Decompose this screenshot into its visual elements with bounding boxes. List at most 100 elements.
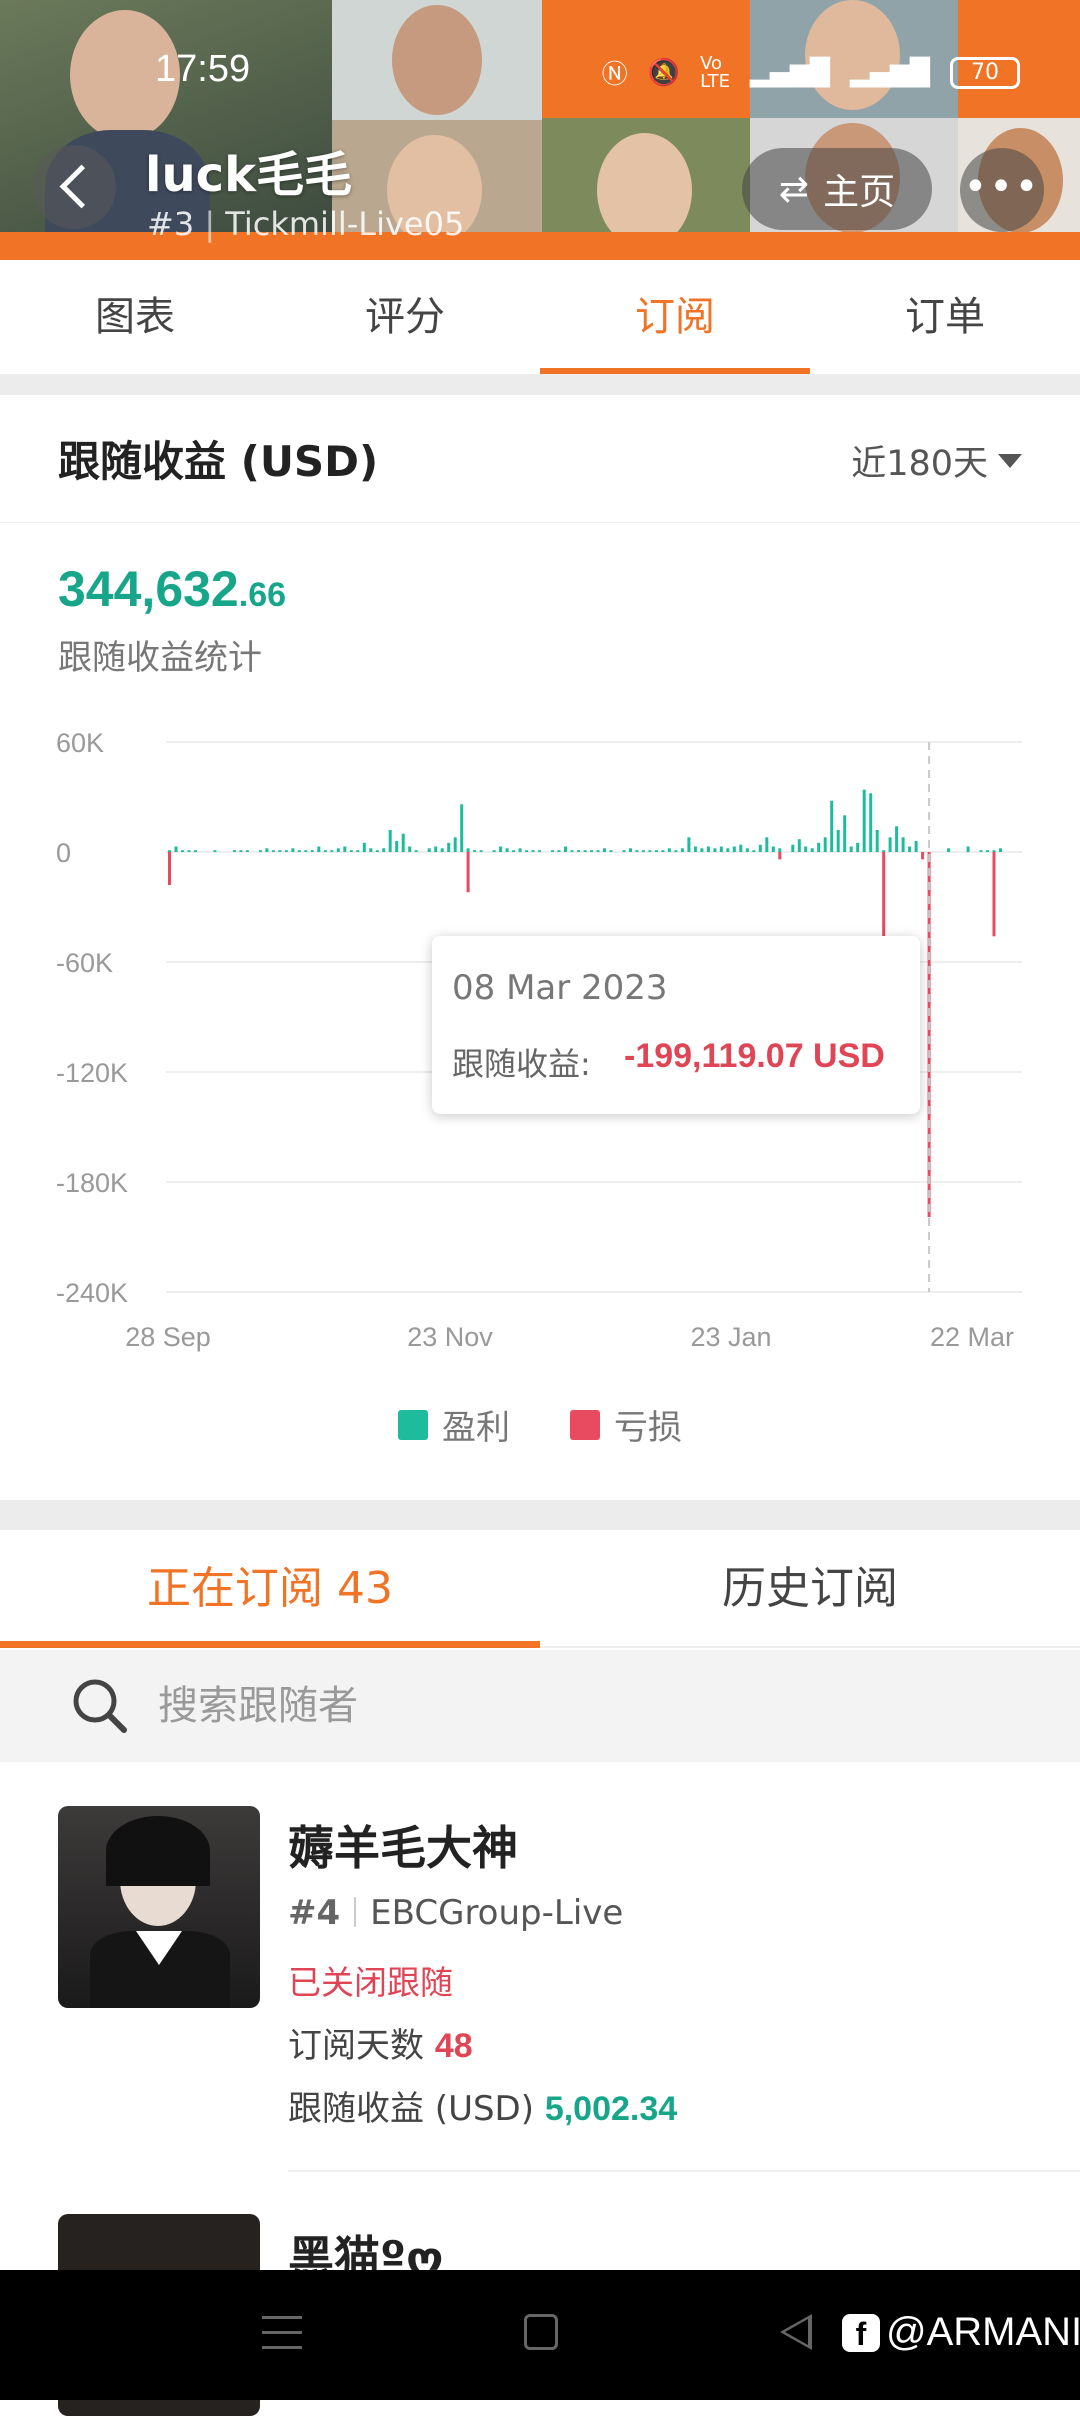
trader-account: Tickmill-Live05: [225, 205, 465, 243]
signal-icon: ▂▄▆█: [750, 57, 831, 88]
profit-bar: [168, 850, 171, 852]
legend-item-profit[interactable]: 盈利: [398, 1400, 510, 1449]
profile-header: 17:59 Ⓝ 🔕 Vo LTE ▂▄▆█ ▂▄▆█ 70 luck毛毛 #3 |…: [0, 0, 1080, 260]
profit-bar: [323, 850, 327, 852]
y-tick-label: -120K: [56, 1058, 128, 1088]
profit-bar: [680, 848, 684, 852]
profit-bar: [687, 837, 691, 852]
avatar: [58, 1806, 260, 2008]
tab-chart[interactable]: 图表: [0, 260, 270, 374]
loss-bar: [882, 852, 886, 937]
profit-bar: [278, 850, 282, 852]
tab-orders[interactable]: 订单: [810, 260, 1080, 374]
profit-bar: [641, 850, 645, 852]
profit-bar: [590, 850, 593, 852]
profit-bar: [349, 850, 353, 852]
tab-rating[interactable]: 评分: [270, 260, 540, 374]
profit-bar: [856, 842, 860, 852]
section-gap: [0, 375, 1080, 395]
status-time: 17:59: [155, 48, 251, 90]
profit-bar: [635, 850, 639, 852]
more-options-button[interactable]: •••: [960, 148, 1044, 232]
profit-bar: [440, 848, 444, 852]
profit-bar: [174, 846, 178, 852]
home-button[interactable]: ⇄ 主页: [742, 148, 932, 230]
profit-bar: [213, 850, 217, 852]
profit-bar: [499, 846, 503, 852]
profit-bar: [512, 850, 516, 852]
facebook-icon: f: [842, 2313, 880, 2352]
tab-history-subscriptions[interactable]: 历史订阅: [540, 1530, 1080, 1646]
card-divider: [0, 522, 1080, 523]
follower-days: 订阅天数 48: [288, 2018, 473, 2067]
search-icon: [73, 1679, 127, 1733]
loss-bar: [921, 852, 925, 860]
profit-bar: [408, 846, 412, 852]
tab-active-subscriptions[interactable]: 正在订阅 43: [0, 1530, 540, 1648]
profit-bar: [947, 848, 951, 852]
profit-bar: [726, 848, 730, 852]
profit-bar: [661, 850, 665, 852]
profit-bar: [284, 850, 288, 852]
x-tick-label: 22 Mar: [930, 1322, 1014, 1352]
volte-icon: Vo LTE: [700, 52, 731, 92]
profit-bar: [765, 837, 769, 852]
recent-apps-button[interactable]: [262, 2316, 302, 2352]
total-earnings-label: 跟随收益统计: [58, 638, 262, 678]
x-tick-label: 23 Jan: [690, 1322, 771, 1352]
profit-bar: [271, 850, 275, 852]
profit-bar: [297, 850, 301, 852]
nfc-icon: Ⓝ: [601, 60, 628, 90]
search-input[interactable]: [156, 1682, 956, 1730]
profit-bar: [895, 826, 899, 852]
profit-bar: [518, 848, 522, 852]
total-earnings-decimal: .66: [238, 576, 287, 614]
search-bar: [0, 1650, 1080, 1762]
loss-bar: [466, 852, 470, 893]
profit-bar: [713, 848, 717, 852]
profit-bar: [304, 850, 308, 852]
follower-name: 薅羊毛大神: [288, 1821, 518, 1875]
separator: |: [204, 205, 226, 243]
profit-bar: [706, 846, 710, 852]
profit-bar: [343, 846, 347, 852]
profit-bar: [492, 850, 496, 852]
legend-item-loss[interactable]: 亏损: [570, 1400, 682, 1449]
tab-subscriptions[interactable]: 订阅: [540, 260, 810, 374]
profit-bar: [382, 848, 386, 852]
back-button[interactable]: [32, 145, 116, 229]
y-tick-label: 0: [56, 838, 71, 868]
profit-bar: [258, 850, 262, 852]
profit-bar: [654, 850, 658, 852]
profit-bar: [758, 844, 762, 852]
profit-bar: [596, 850, 600, 852]
profit-bar: [232, 850, 236, 852]
profit-bar: [570, 850, 574, 852]
profit-bar: [901, 837, 905, 852]
legend-swatch-loss: [570, 1409, 600, 1440]
profit-bar: [603, 848, 606, 852]
back-nav-button[interactable]: [780, 2314, 812, 2350]
status-icons: Ⓝ 🔕 Vo LTE ▂▄▆█ ▂▄▆█ 70: [602, 54, 1020, 91]
profit-bar: [719, 846, 723, 852]
separator: [354, 1897, 357, 1927]
profit-bar: [317, 846, 321, 852]
follower-profit-label: 跟随收益 (USD): [288, 2089, 534, 2129]
caret-down-icon: [998, 453, 1022, 468]
watermark-text: @ARMANI: [886, 2310, 1080, 2354]
system-nav-bar: f @ARMANI: [0, 2270, 1080, 2400]
profit-bar: [674, 850, 678, 852]
chart-tooltip: 08 Mar 2023 跟随收益: -199,119.07 USD: [432, 936, 920, 1114]
profit-bar: [583, 850, 587, 852]
profit-bar: [622, 850, 626, 852]
profit-bar: [843, 815, 847, 852]
home-nav-button[interactable]: [524, 2314, 558, 2350]
signal-icon-2: ▂▄▆█: [850, 57, 930, 88]
period-selector[interactable]: 近180天: [851, 435, 1022, 486]
tooltip-value: -199,119.07 USD: [624, 1037, 885, 1075]
profit-bar: [395, 841, 399, 852]
profit-bar: [479, 850, 483, 852]
profit-bar: [830, 800, 834, 852]
chart-legend: 盈利 亏损: [0, 1400, 1080, 1449]
profit-bar: [862, 789, 866, 852]
